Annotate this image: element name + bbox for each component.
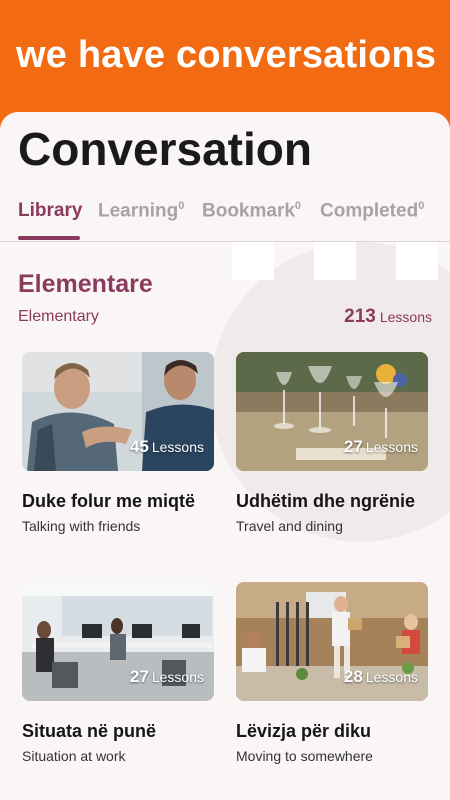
section-subtitle: Elementary [18, 308, 99, 325]
lesson-count-number: 27 [343, 437, 363, 456]
course-tile-travel-and-dining[interactable]: 27 Lessons Udhëtim dhe ngrënie Travel and… [236, 352, 428, 534]
course-thumbnail: 28 Lessons [236, 582, 428, 701]
background-decoration [396, 242, 438, 280]
course-title: Udhëtim dhe ngrënie [236, 491, 416, 511]
active-tab-indicator [18, 236, 80, 240]
lesson-count-number: 213 [344, 306, 376, 327]
lesson-count-unit: Lessons [151, 439, 204, 455]
background-decoration [232, 242, 274, 280]
course-subtitle: Situation at work [22, 748, 126, 764]
content-card: Conversation Library Learning0 Bookmark0… [0, 112, 450, 800]
lesson-count-number: 45 [129, 437, 149, 456]
course-title: Duke folur me miqtë [22, 491, 196, 511]
tab-learning[interactable]: Learning0 [98, 200, 184, 222]
tab-completed[interactable]: Completed0 [320, 200, 424, 222]
course-tile-moving-to-somewhere[interactable]: 28 Lessons Lëvizja për diku Moving to som… [236, 582, 428, 764]
lesson-count-unit: Lessons [365, 669, 418, 685]
section-title: Elementare [18, 270, 153, 298]
course-subtitle: Talking with friends [22, 518, 141, 534]
course-lesson-count: 27 Lessons [344, 437, 418, 457]
lesson-count-number: 27 [129, 667, 149, 686]
course-lesson-count: 27 Lessons [130, 667, 204, 687]
page-title: Conversation [18, 123, 312, 175]
tab-count: 0 [418, 200, 425, 212]
tab-bookmark[interactable]: Bookmark0 [202, 200, 301, 222]
course-tile-situation-at-work[interactable]: 27 Lessons Situata në punë Situation at w… [22, 582, 214, 764]
course-lesson-count: 45 Lessons [130, 437, 204, 457]
tab-label: Bookmark [202, 200, 295, 222]
promo-banner: we have conversations [0, 0, 450, 130]
course-thumbnail: 27 Lessons [22, 582, 214, 701]
lesson-count-unit: Lessons [151, 669, 204, 685]
tab-count: 0 [178, 200, 185, 212]
banner-title: we have conversations [16, 34, 437, 76]
background-decoration [314, 242, 356, 280]
lesson-count-number: 28 [343, 667, 363, 686]
tab-count: 0 [294, 200, 302, 212]
course-tile-talking-with-friends[interactable]: 45 Lessons Duke folur me miqtë Talking wi… [22, 352, 214, 534]
tab-label: Library [18, 200, 83, 221]
course-lesson-count: 28 Lessons [344, 667, 418, 687]
section-lesson-count: 213 Lessons [344, 306, 432, 328]
tab-library[interactable]: Library [18, 200, 82, 222]
course-thumbnail: 45 Lessons [22, 352, 214, 471]
course-title: Lëvizja për diku [236, 721, 372, 741]
lesson-count-unit: Lessons [365, 439, 418, 455]
course-thumbnail: 27 Lessons [236, 352, 428, 471]
tab-label: Completed [320, 200, 419, 222]
course-title: Situata në punë [22, 721, 157, 741]
tab-label: Learning [98, 200, 179, 222]
course-subtitle: Travel and dining [236, 518, 343, 534]
lesson-count-unit: Lessons [379, 309, 432, 325]
course-subtitle: Moving to somewhere [236, 748, 373, 764]
